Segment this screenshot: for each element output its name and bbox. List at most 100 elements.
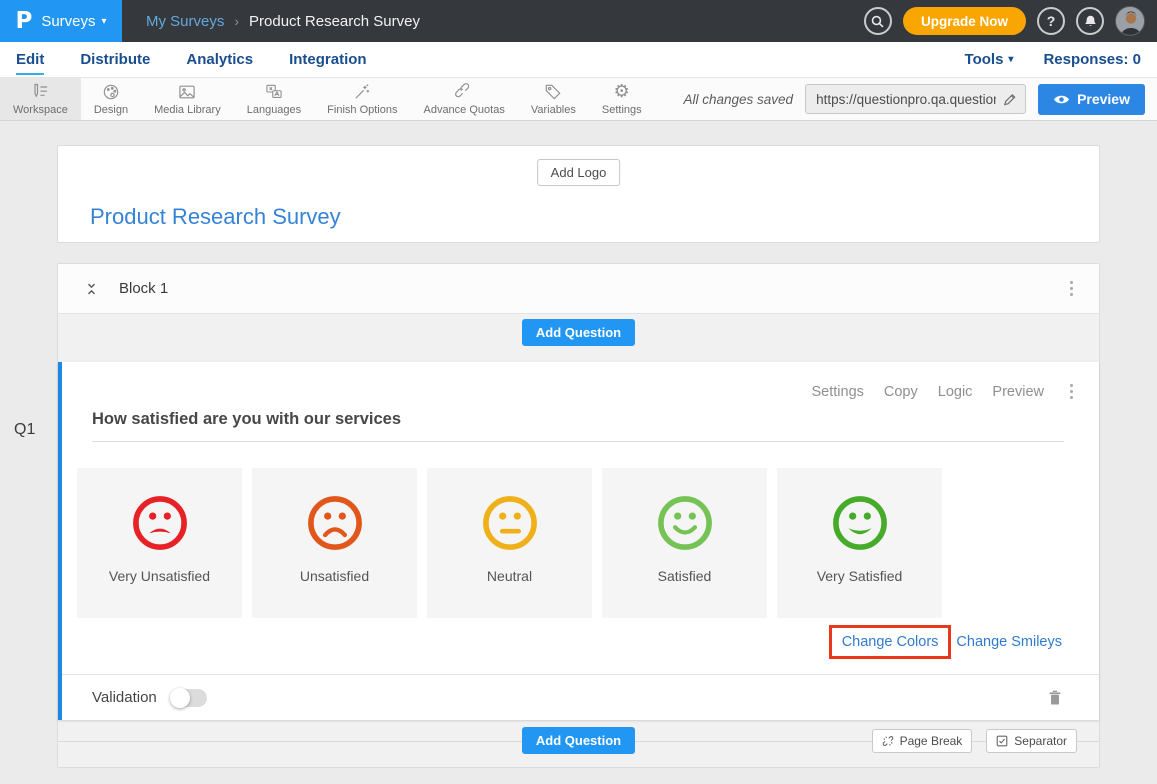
toolbar-item-finish-options[interactable]: Finish Options [314, 78, 410, 120]
upgrade-now-button[interactable]: Upgrade Now [903, 7, 1026, 35]
page-break-label: Page Break [900, 734, 963, 748]
preview-button[interactable]: Preview [1038, 84, 1145, 115]
option-very-satisfied[interactable]: Very Satisfied [777, 468, 942, 618]
option-very-unsatisfied[interactable]: Very Unsatisfied [77, 468, 242, 618]
change-links-row: Change Colors Change Smileys [62, 625, 1099, 659]
toolbar-item-settings[interactable]: ⚙ Settings [589, 78, 655, 120]
chevron-down-icon: ▾ [1008, 54, 1013, 65]
tools-menu[interactable]: Tools ▾ [965, 51, 1014, 68]
breadcrumb-parent-link[interactable]: My Surveys [146, 13, 224, 30]
avatar-photo [1116, 7, 1145, 36]
survey-url-field [805, 84, 1026, 114]
separator-label: Separator [1014, 734, 1067, 748]
very-unsatisfied-smiley-icon [129, 492, 191, 554]
tab-edit[interactable]: Edit [16, 44, 44, 75]
chain-links-icon [454, 82, 474, 102]
option-neutral[interactable]: Neutral [427, 468, 592, 618]
toolbar-item-media-library[interactable]: Media Library [141, 78, 234, 120]
toolbar-item-label: Finish Options [327, 104, 397, 116]
help-icon: ? [1047, 13, 1056, 29]
validation-row: Validation [62, 674, 1099, 720]
question-actions: Settings Copy Logic Preview [811, 380, 1077, 403]
option-label: Very Unsatisfied [109, 568, 210, 584]
block-header: Block 1 [58, 264, 1099, 314]
workspace-canvas: Q1 Add Logo Product Research Survey Bloc… [0, 121, 1157, 784]
validation-label: Validation [92, 689, 157, 706]
question-logic-link[interactable]: Logic [938, 384, 973, 400]
help-button[interactable]: ? [1037, 7, 1065, 35]
toolbar-item-label: Workspace [13, 104, 68, 116]
question-number: Q1 [14, 421, 35, 439]
neutral-smiley-icon [479, 492, 541, 554]
tab-analytics[interactable]: Analytics [186, 44, 253, 75]
product-menu-label: Surveys [41, 13, 95, 30]
add-logo-button[interactable]: Add Logo [537, 159, 621, 186]
question-copy-link[interactable]: Copy [884, 384, 918, 400]
editor-toolbar: Workspace Design Media Library Languages… [0, 78, 1157, 121]
survey-url-input[interactable] [816, 92, 996, 107]
top-navigation-bar: P Surveys ▾ My Surveys › Product Researc… [0, 0, 1157, 42]
workspace-list-pencil-icon [30, 82, 50, 102]
notifications-button[interactable] [1076, 7, 1104, 35]
delete-question-button[interactable] [1047, 689, 1063, 707]
toolbar-item-advance-quotas[interactable]: Advance Quotas [410, 78, 517, 120]
toolbar-item-label: Languages [247, 104, 301, 116]
add-question-strip-bottom: Add Question Page Break Separator [58, 724, 1099, 757]
user-avatar[interactable] [1115, 6, 1145, 36]
save-status: All changes saved [683, 92, 793, 107]
eye-icon [1053, 93, 1070, 106]
annotation-highlight-box: Change Colors [829, 625, 952, 659]
image-icon [177, 82, 197, 102]
trash-icon [1047, 689, 1063, 707]
edit-url-button[interactable] [1002, 92, 1017, 107]
survey-header-card: Add Logo Product Research Survey [57, 145, 1100, 243]
toolbar-item-languages[interactable]: Languages [234, 78, 314, 120]
question-settings-link[interactable]: Settings [811, 384, 863, 400]
tab-distribute[interactable]: Distribute [80, 44, 150, 75]
search-icon [870, 14, 885, 29]
breadcrumb: My Surveys › Product Research Survey [146, 13, 420, 30]
add-question-button-bottom[interactable]: Add Question [522, 727, 635, 754]
satisfied-smiley-icon [654, 492, 716, 554]
section-tabs-bar: Edit Distribute Analytics Integration To… [0, 42, 1157, 78]
search-button[interactable] [864, 7, 892, 35]
broken-link-icon [882, 735, 894, 747]
add-question-strip-top: Add Question [58, 314, 1099, 350]
responses-count: Responses: 0 [1043, 51, 1141, 68]
smiley-options-row: Very Unsatisfied Unsatisfied [62, 442, 1099, 618]
tab-integration[interactable]: Integration [289, 44, 367, 75]
separator-button[interactable]: Separator [986, 729, 1077, 753]
toolbar-item-label: Variables [531, 104, 576, 116]
option-satisfied[interactable]: Satisfied [602, 468, 767, 618]
survey-title[interactable]: Product Research Survey [90, 204, 341, 230]
option-label: Neutral [487, 568, 532, 584]
toolbar-item-workspace[interactable]: Workspace [0, 78, 81, 120]
add-question-button-top[interactable]: Add Question [522, 319, 635, 346]
collapse-block-icon[interactable] [84, 279, 99, 299]
toolbar-item-variables[interactable]: Variables [518, 78, 589, 120]
question-preview-link[interactable]: Preview [992, 384, 1044, 400]
tools-label: Tools [965, 51, 1004, 68]
block-menu-kebab-icon[interactable] [1066, 277, 1077, 300]
option-label: Very Satisfied [817, 568, 903, 584]
bell-icon [1083, 14, 1098, 29]
change-smileys-link[interactable]: Change Smileys [956, 634, 1062, 650]
option-label: Unsatisfied [300, 568, 369, 584]
validation-toggle[interactable] [171, 689, 207, 707]
block-title[interactable]: Block 1 [119, 280, 168, 297]
option-unsatisfied[interactable]: Unsatisfied [252, 468, 417, 618]
product-switcher[interactable]: P Surveys ▾ [0, 0, 122, 42]
toolbar-item-label: Settings [602, 104, 642, 116]
toolbar-item-label: Design [94, 104, 128, 116]
magic-wand-icon [352, 82, 372, 102]
breadcrumb-separator-icon: › [234, 13, 239, 29]
question-card: Settings Copy Logic Preview How satisfie… [58, 362, 1099, 720]
block-container: Block 1 Add Question Settings Copy Logic… [57, 263, 1100, 768]
very-satisfied-smiley-icon [829, 492, 891, 554]
page-break-button[interactable]: Page Break [872, 729, 973, 753]
questionpro-logo: P [15, 10, 32, 33]
toolbar-item-design[interactable]: Design [81, 78, 141, 120]
change-colors-link[interactable]: Change Colors [842, 634, 939, 650]
question-menu-kebab-icon[interactable] [1066, 380, 1077, 403]
toggle-knob [170, 688, 190, 708]
